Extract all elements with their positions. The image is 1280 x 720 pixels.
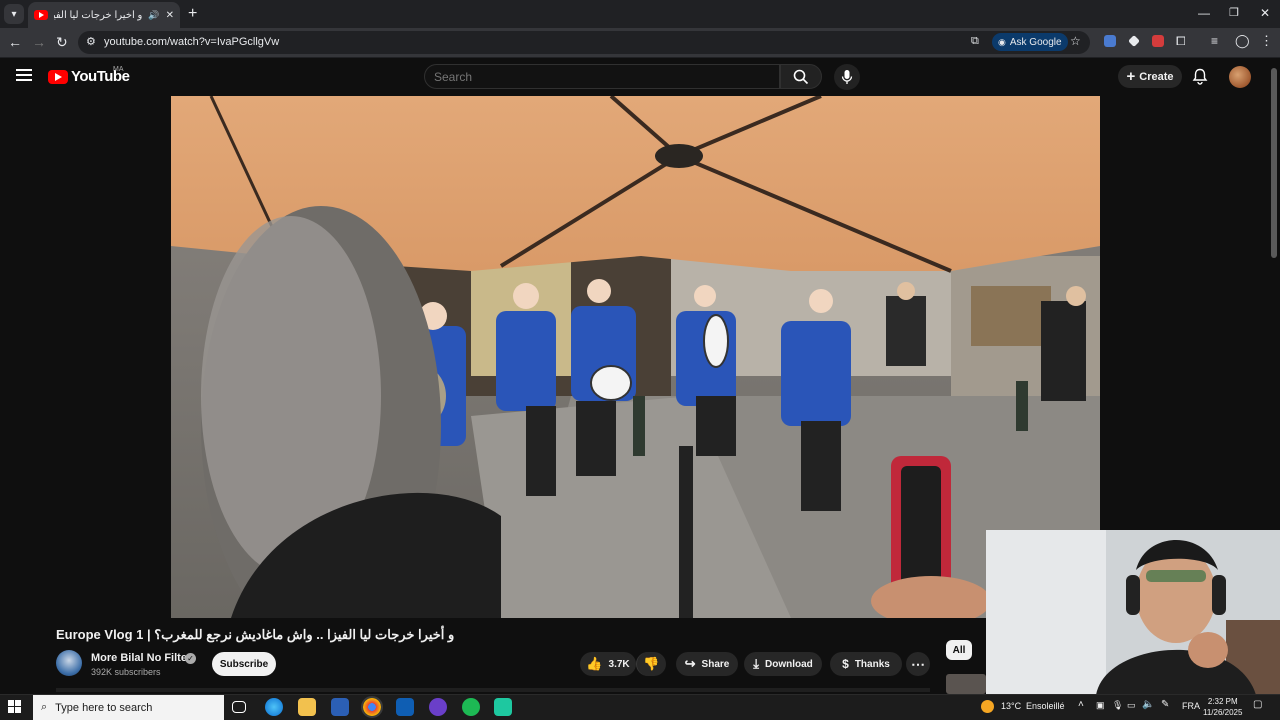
plus-icon: +: [1126, 68, 1136, 85]
webcam-overlay: [986, 530, 1280, 695]
tab-close-icon[interactable]: ✕: [166, 10, 174, 21]
search-icon: [793, 69, 809, 84]
clock-time: 2:32 PM: [1207, 697, 1238, 706]
edge-browser-icon[interactable]: [265, 698, 283, 716]
obs-icon[interactable]: [429, 698, 447, 716]
new-tab-button[interactable]: +: [188, 5, 197, 23]
share-button[interactable]: ↪ Share: [676, 652, 738, 676]
taskbar-clock[interactable]: 2:32 PM 11/26/2025: [1203, 696, 1242, 718]
verified-check-icon: ✓: [185, 653, 196, 664]
notifications-bell-icon[interactable]: [1192, 68, 1208, 90]
download-button[interactable]: ⤓ Download: [744, 652, 822, 676]
network-icon[interactable]: ▭: [1127, 700, 1136, 711]
channel-avatar[interactable]: [56, 650, 82, 676]
spotify-icon[interactable]: [462, 698, 480, 716]
tray-chevron-up-icon[interactable]: ˄: [1078, 699, 1084, 710]
webcam-image: [986, 530, 1280, 695]
voice-search-button[interactable]: [834, 64, 860, 90]
search-input[interactable]: [434, 68, 764, 85]
volume-icon[interactable]: 🔈: [1142, 699, 1154, 710]
translate-extension-icon[interactable]: [1104, 35, 1116, 47]
tab-audio-icon[interactable]: 🔊: [148, 10, 159, 21]
hamburger-menu-icon[interactable]: [16, 69, 32, 81]
cast-icon[interactable]: ⧉: [971, 35, 979, 48]
input-language[interactable]: FRA: [1182, 701, 1200, 711]
browser-tab-active[interactable]: و أخيرا خرجات ليا الفيزا .. واش 🔊 ✕: [28, 2, 180, 28]
ask-google-button[interactable]: ◉ Ask Google: [992, 33, 1068, 51]
country-code: MA: [113, 66, 124, 73]
close-window-button[interactable]: ✕: [1260, 6, 1270, 20]
channel-name[interactable]: More Bilal No Filter: [91, 652, 191, 664]
subscribe-button[interactable]: Subscribe: [212, 652, 276, 676]
search-button[interactable]: [780, 64, 822, 89]
extensions-puzzle-icon[interactable]: ⧠: [1176, 34, 1186, 49]
site-info-icon[interactable]: ⚙: [86, 35, 96, 48]
chip-all[interactable]: All: [946, 640, 972, 660]
dislike-button[interactable]: 👎: [636, 652, 666, 676]
more-actions-icon[interactable]: ⋯: [906, 652, 930, 676]
minimize-button[interactable]: —: [1198, 6, 1210, 20]
super-thanks-icon: $: [842, 657, 849, 671]
description-box-edge: [56, 688, 930, 692]
like-count: 3.7K: [608, 658, 630, 670]
thumbs-up-icon: 👍: [586, 656, 603, 671]
weather-temperature[interactable]: 13°C: [1001, 701, 1021, 711]
windows-start-icon[interactable]: [8, 700, 22, 714]
browser-menu-icon[interactable]: ⋮: [1260, 33, 1273, 49]
url-text[interactable]: youtube.com/watch?v=IvaPGcllgVw: [104, 36, 279, 48]
create-button[interactable]: + Create: [1118, 65, 1182, 88]
red-extension-icon[interactable]: [1152, 35, 1164, 47]
clock-date: 11/26/2025: [1203, 708, 1243, 717]
subscriber-count: 392K subscribers: [91, 667, 161, 677]
taskbar-search-icon: ⌕: [41, 701, 48, 713]
store-icon[interactable]: [331, 698, 349, 716]
tab-search-menu-button[interactable]: ▾: [4, 4, 24, 24]
microphone-tray-icon[interactable]: 🎙: [1112, 700, 1123, 711]
notifications-icon[interactable]: ▢: [1253, 699, 1262, 710]
account-avatar[interactable]: [1229, 66, 1251, 88]
reload-icon[interactable]: ↻: [56, 34, 68, 51]
microphone-icon: [841, 70, 853, 84]
bookmark-star-icon[interactable]: ☆: [1070, 34, 1081, 48]
download-icon: ⤓: [753, 656, 759, 671]
taskbar-search[interactable]: ⌕ Type here to search: [33, 695, 224, 720]
weather-sun-icon[interactable]: [981, 700, 994, 713]
like-button[interactable]: 👍 3.7K: [580, 652, 636, 676]
task-view-icon[interactable]: [232, 701, 246, 713]
weather-description[interactable]: Ensoleillé: [1026, 701, 1065, 711]
video-player[interactable]: [171, 96, 1100, 618]
restore-button[interactable]: ❐: [1229, 6, 1239, 19]
profile-icon[interactable]: ◯: [1235, 33, 1250, 49]
lens-icon: ◉: [998, 36, 1006, 47]
pen-icon[interactable]: ✎: [1161, 699, 1169, 710]
youtube-favicon-icon: [34, 10, 48, 20]
back-arrow-icon[interactable]: ←: [8, 34, 22, 50]
app-icon[interactable]: [494, 698, 512, 716]
tab-title: و أخيرا خرجات ليا الفيزا .. واش: [54, 9, 143, 21]
media-queue-icon[interactable]: ≡: [1211, 34, 1218, 48]
share-arrow-icon: ↪: [684, 656, 696, 671]
file-explorer-icon[interactable]: [298, 698, 316, 716]
video-frame-image: [171, 96, 1100, 618]
thanks-button[interactable]: $ Thanks: [830, 652, 902, 676]
tray-app-icon[interactable]: ▣: [1096, 700, 1105, 711]
video-title: Europe Vlog 1 | و أخيرا خرجات ليا الفيزا…: [56, 627, 455, 642]
thumbs-down-icon: 👎: [643, 656, 660, 671]
recommended-video-thumbnail[interactable]: [946, 674, 986, 694]
youtube-play-logo-icon: [48, 69, 68, 84]
forward-arrow-icon[interactable]: →: [32, 34, 46, 50]
chrome-icon[interactable]: [361, 696, 383, 718]
outlook-icon[interactable]: [396, 698, 414, 716]
page-scrollbar[interactable]: [1271, 68, 1277, 258]
